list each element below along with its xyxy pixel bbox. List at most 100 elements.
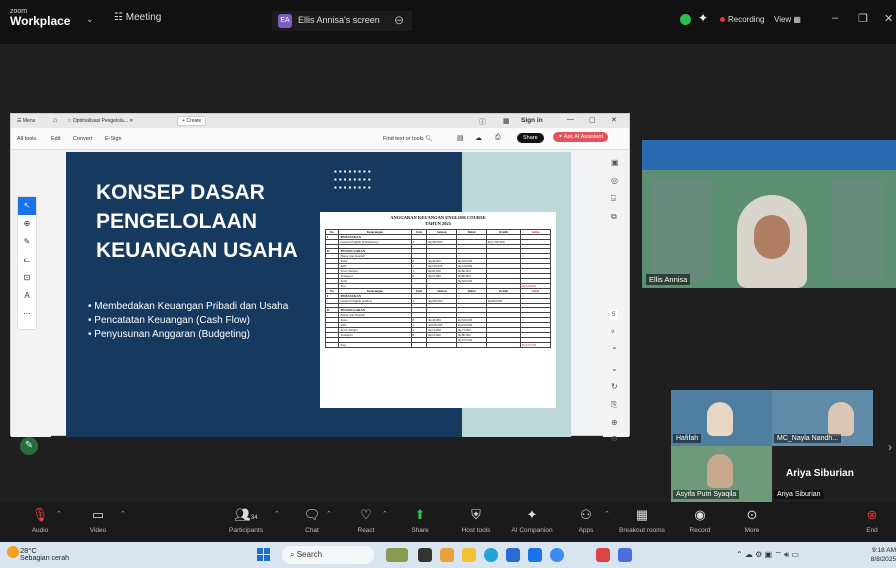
chat-button[interactable]: 🗨︎ Chat <box>282 506 342 534</box>
find-tools-search[interactable]: Find text or tools 🔍︎ <box>383 136 432 142</box>
bookmark-icon[interactable]: ⍈ <box>611 194 616 204</box>
store-icon[interactable] <box>506 548 520 562</box>
ai-spark-icon[interactable]: ✦ <box>698 11 708 25</box>
breakout-rooms-button[interactable]: ▦ Breakout rooms <box>612 506 672 534</box>
esign-menu[interactable]: E-Sign <box>105 136 122 142</box>
minimize-icon[interactable]: – <box>832 12 838 24</box>
sharer-avatar: EA <box>278 14 292 28</box>
screen-share-tab[interactable]: EA Ellis Annisa's screen ⊖ <box>272 11 412 31</box>
grid-icon[interactable]: ▣ <box>611 158 619 167</box>
system-tray[interactable]: ⌃ ☁ ⚙ ▣ ⌔ 🔊︎ ▭ <box>736 550 799 560</box>
maximize-icon[interactable]: ❐ <box>858 12 868 25</box>
cursor-icon[interactable]: ↖ <box>18 197 36 215</box>
left-tool-rail: ↖ ⊕ ✎ ᓚ ⊡ A ⋯ <box>11 150 51 437</box>
comment-side-icon[interactable]: ◎ <box>611 176 618 185</box>
ai-companion-icon: ✦ <box>526 507 538 522</box>
video-tile-main[interactable]: Ellis Annisa <box>642 140 896 288</box>
budget-cell: Rp325.000 <box>520 342 551 349</box>
zoom-out-icon[interactable]: ⊖ <box>611 434 618 443</box>
windows-start-icon[interactable] <box>257 548 271 562</box>
meeting-menu[interactable]: ☷ Meeting <box>114 12 161 23</box>
app-icon[interactable] <box>618 548 632 562</box>
participants-options-caret[interactable]: ⌃ <box>274 510 280 518</box>
video-options-caret[interactable]: ⌃ <box>120 510 126 518</box>
zoom-in-icon[interactable]: ⊕ <box>611 418 618 427</box>
shield-icon[interactable] <box>680 14 691 25</box>
chat-options-caret[interactable]: ⌃ <box>326 510 332 518</box>
taskbar-search[interactable]: ⌕ Search <box>282 546 374 564</box>
zoom-tool-icon[interactable]: ⊕ <box>18 215 36 233</box>
close-icon[interactable]: ✕ <box>884 12 893 25</box>
file-explorer-icon[interactable] <box>462 548 476 562</box>
window-close-icon[interactable]: ✕ <box>611 116 617 124</box>
weather-icon[interactable] <box>7 546 19 558</box>
video-button[interactable]: ▭ Video <box>68 506 128 534</box>
participant-video <box>707 454 733 488</box>
rotate-icon[interactable]: ↻ <box>611 382 618 391</box>
app-icon[interactable] <box>596 548 610 562</box>
help-icon[interactable]: ⓘ <box>479 117 486 127</box>
all-tools-menu[interactable]: All tools <box>17 136 36 142</box>
recording-indicator[interactable]: Recording <box>720 15 764 24</box>
page-up-icon[interactable]: ⌃ <box>611 346 618 355</box>
participants-button[interactable]: 👥︎34 Participants <box>216 506 276 534</box>
video-tile[interactable]: Hafifah <box>671 390 772 446</box>
zoom-title-bar: zoom Workplace ⌄ ☷ Meeting EA Ellis Annis… <box>0 0 896 44</box>
annotate-icon[interactable]: ✎ <box>20 437 38 455</box>
save-page-icon[interactable]: ⎘ <box>611 400 617 410</box>
participant-name-large: Ariya Siburian <box>786 468 854 479</box>
host-tools-button[interactable]: ⛨ Host tools <box>446 506 506 534</box>
app-icon[interactable] <box>440 548 454 562</box>
chevron-down-icon[interactable]: ⌄ <box>86 14 94 25</box>
zoom-taskbar-icon[interactable] <box>550 548 564 562</box>
video-tile[interactable]: MC_Nayla Nandh... <box>772 390 873 446</box>
slide-title: KONSEP DASAR PENGELOLAAN KEUANGAN USAHA <box>96 181 298 262</box>
more-tools-icon[interactable]: ⋯ <box>18 305 36 323</box>
widget-app-icon[interactable] <box>386 548 408 562</box>
video-tile[interactable]: Ariya Siburian Ariya Siburian <box>772 446 873 502</box>
chat-icon: 🗨︎ <box>303 507 321 522</box>
share-options-icon[interactable]: ⊖ <box>394 13 404 27</box>
page-down-icon[interactable]: ⌄ <box>611 364 618 373</box>
pen-icon[interactable]: ✎ <box>18 233 36 251</box>
convert-menu[interactable]: Convert <box>73 136 92 142</box>
ai-companion-button[interactable]: ✦ AI Companion <box>502 506 562 534</box>
window-maximize-icon[interactable]: ▢ <box>589 116 596 124</box>
video-tile[interactable]: Asyifa Putri Syaqila <box>671 446 772 502</box>
pages-icon[interactable]: ⧉ <box>611 212 617 222</box>
upload-icon[interactable]: ☁ <box>475 134 482 142</box>
ask-ai-button[interactable]: ✦ Ask AI Assistant <box>553 132 608 142</box>
share-button[interactable]: Share <box>517 133 544 143</box>
more-button[interactable]: ⊙ More <box>722 506 782 534</box>
lasso-icon[interactable]: ᓚ <box>18 251 36 269</box>
edit-menu[interactable]: Edit <box>51 136 60 142</box>
weather-widget[interactable]: 28°C Sebagian cerah <box>20 547 69 563</box>
task-view-icon[interactable] <box>418 548 432 562</box>
app-icon[interactable] <box>528 548 542 562</box>
edge-icon[interactable] <box>484 548 498 562</box>
end-button[interactable]: ⊗ End <box>848 506 896 534</box>
pdf-toolbar: All tools Edit Convert E-Sign Find text … <box>11 128 629 150</box>
share-screen-button[interactable]: ⬆ Share <box>390 506 450 534</box>
view-button[interactable]: View ▦ <box>774 15 801 24</box>
annotation-tools: ↖ ⊕ ✎ ᓚ ⊡ A ⋯ <box>17 196 37 330</box>
next-page-icon[interactable]: › <box>888 440 892 454</box>
text-box-icon[interactable]: ⊡ <box>18 269 36 287</box>
apps-options-caret[interactable]: ⌃ <box>604 510 610 518</box>
audio-options-caret[interactable]: ⌃ <box>56 510 62 518</box>
comment-icon[interactable]: ▤ <box>457 134 464 142</box>
apps-grid-icon[interactable]: ▦ <box>503 117 510 125</box>
create-tab[interactable]: + Create <box>177 116 207 126</box>
document-tab[interactable]: ☆ Optimalisasi Pengelola... ✕ <box>67 118 134 124</box>
react-options-caret[interactable]: ⌃ <box>382 510 388 518</box>
text-edit-icon[interactable]: A <box>18 287 36 305</box>
home-icon[interactable]: ⌂ <box>53 117 57 124</box>
menu-tab[interactable]: ☰ Menu <box>17 118 35 124</box>
clock[interactable]: 9:18 AM 8/8/2025 <box>866 546 896 564</box>
screen-share-title: Ellis Annisa's screen <box>298 15 380 25</box>
record-button[interactable]: ◉ Record <box>670 506 730 534</box>
window-minimize-icon[interactable]: — <box>567 116 574 123</box>
breakout-icon: ▦ <box>635 507 649 522</box>
print-icon[interactable]: ⎙ <box>495 134 501 142</box>
sign-in-link[interactable]: Sign in <box>521 117 543 124</box>
